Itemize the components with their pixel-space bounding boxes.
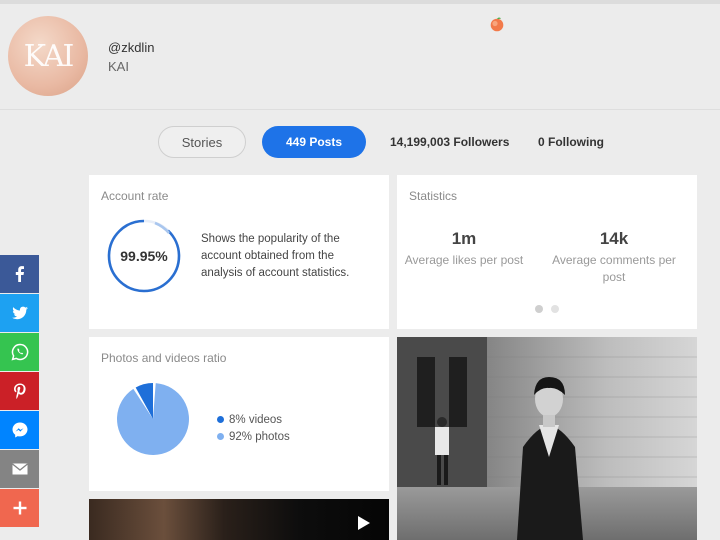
profile-display-name: KAI (108, 59, 129, 74)
post-video-thumbnail[interactable] (89, 499, 389, 540)
followers-count[interactable]: 14,199,003 Followers (390, 126, 509, 158)
share-email-button[interactable] (0, 450, 39, 488)
share-sidebar (0, 255, 39, 528)
stories-button[interactable]: Stories (158, 126, 246, 158)
share-facebook-button[interactable] (0, 255, 39, 293)
more-share-icon (13, 501, 26, 515)
stat-label: Average likes per post (404, 253, 524, 267)
pager-dot-2[interactable] (551, 305, 559, 313)
email-icon (11, 463, 28, 475)
post-photo-image (397, 337, 697, 540)
account-rate-value: 99.95% (120, 248, 168, 264)
stat-label: Average comments per post (552, 253, 676, 284)
legend-dot-videos (217, 416, 224, 423)
media-ratio-legend: 8% videos 92% photos (217, 411, 290, 445)
share-messenger-button[interactable] (0, 411, 39, 449)
share-whatsapp-button[interactable] (0, 333, 39, 371)
avatar-logo: KAI (23, 38, 75, 74)
messenger-icon (12, 422, 27, 438)
profile-username: @zkdlin (108, 40, 155, 55)
stat-value: 1m (451, 229, 477, 248)
legend-item-videos: 8% videos (217, 411, 290, 428)
share-more-button[interactable] (0, 489, 39, 527)
peach-icon (490, 17, 504, 32)
media-ratio-title: Photos and videos ratio (101, 351, 227, 365)
whatsapp-icon (11, 343, 28, 361)
account-rate-description: Shows the popularity of the account obta… (201, 233, 350, 279)
pinterest-icon (13, 383, 26, 399)
profile-header: KAI @zkdlin KAI (0, 4, 720, 110)
pager-dot-1[interactable] (535, 305, 543, 313)
play-icon (358, 516, 370, 530)
post-photo-thumbnail[interactable] (397, 337, 697, 540)
share-pinterest-button[interactable] (0, 372, 39, 410)
statistics-pager (535, 305, 559, 313)
account-rate-title: Account rate (101, 189, 169, 203)
statistics-card: Statistics 1m Average likes per post 14k… (397, 175, 697, 329)
media-ratio-pie (117, 383, 189, 455)
stat-average-likes: 1m Average likes per post (399, 229, 529, 269)
stat-value: 14k (599, 229, 629, 248)
statistics-title: Statistics (409, 189, 458, 203)
account-rate-card: Account rate 99.95% Shows the popularity… (89, 175, 389, 329)
twitter-icon (11, 306, 28, 320)
following-count[interactable]: 0 Following (538, 126, 604, 158)
legend-label-photos: 92% photos (229, 430, 290, 443)
facebook-icon (15, 266, 24, 282)
legend-label-videos: 8% videos (229, 413, 283, 426)
posts-button[interactable]: 449 Posts (262, 126, 366, 158)
profile-stats-row: Stories 449 Posts 14,199,003 Followers 0… (0, 126, 720, 158)
legend-dot-photos (217, 433, 224, 440)
legend-item-photos: 92% photos (217, 428, 290, 445)
avatar[interactable]: KAI (8, 16, 88, 96)
share-twitter-button[interactable] (0, 294, 39, 332)
media-ratio-card: Photos and videos ratio 8% videos 92% ph… (89, 337, 389, 491)
stat-average-comments: 14k Average comments per post (549, 229, 679, 286)
